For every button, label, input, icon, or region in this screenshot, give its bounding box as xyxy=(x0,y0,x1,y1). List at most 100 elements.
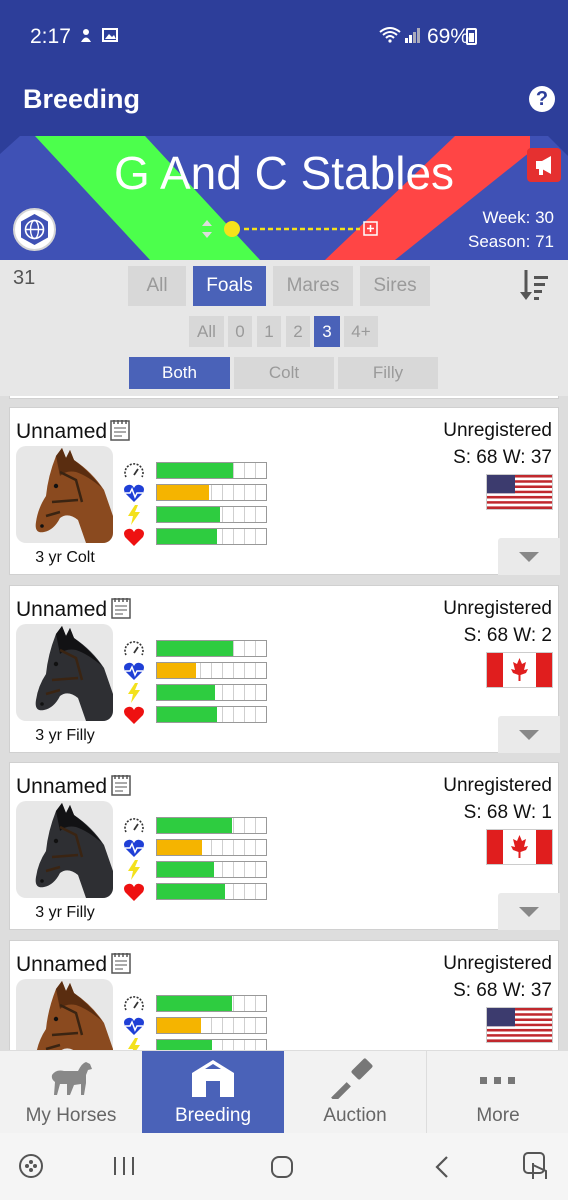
nav-label: Breeding xyxy=(174,1105,252,1126)
help-icon[interactable]: ? xyxy=(529,86,555,112)
battery-icon xyxy=(466,28,477,45)
nav-my-horses[interactable]: My Horses xyxy=(0,1051,142,1134)
lightning-icon xyxy=(128,505,140,525)
globe-icon[interactable] xyxy=(13,208,56,251)
speedometer-icon xyxy=(124,463,144,478)
horse-card[interactable]: Unnamed 3 yr Filly Unregistered S: 68 W: 1 xyxy=(9,762,560,930)
horse-avatar[interactable] xyxy=(16,624,113,721)
nav-auction[interactable]: Auction xyxy=(284,1051,426,1134)
lightning-icon xyxy=(128,860,140,880)
horse-name: Unnamed xyxy=(16,420,108,443)
lightning-icon xyxy=(128,1038,140,1050)
usa-flag-icon xyxy=(487,475,552,509)
heart-pulse-icon xyxy=(124,484,144,502)
horse-name: Unnamed xyxy=(16,953,108,976)
recents-icon[interactable] xyxy=(112,1155,136,1177)
registration-status: Unregistered xyxy=(443,953,552,974)
registration-status: Unregistered xyxy=(443,598,552,619)
stat-bar xyxy=(156,1017,267,1034)
usa-flag-icon xyxy=(487,1008,552,1042)
nav-breeding[interactable]: Breeding xyxy=(142,1051,284,1134)
week-label: Week: 30 xyxy=(482,208,554,227)
back-icon[interactable] xyxy=(432,1155,452,1179)
game-launcher-icon[interactable] xyxy=(18,1153,44,1179)
horse-name: Unnamed xyxy=(16,598,108,621)
horse-count: 31 xyxy=(13,267,36,289)
canada-flag-icon xyxy=(487,653,552,687)
barn-icon xyxy=(192,1060,234,1097)
expand-chevron-icon[interactable] xyxy=(498,716,560,753)
season-label: Season: 71 xyxy=(467,232,554,251)
notes-icon[interactable] xyxy=(111,774,131,796)
horse-card[interactable]: Unnamed 3 yr Colt Unregistered S: 68 W: 37 xyxy=(9,407,560,575)
horse-age-gender: 3 yr Colt xyxy=(35,549,95,566)
horse-list[interactable]: Unnamed 3 yr Colt Unregistered S: 68 W: 37 U… xyxy=(0,396,568,1050)
stat-bar xyxy=(156,640,267,657)
age-all[interactable]: All xyxy=(189,316,224,347)
battery-percent: 69% xyxy=(427,25,470,48)
age-3[interactable]: 3 xyxy=(314,316,340,347)
speedometer-icon xyxy=(124,641,144,656)
stat-bar xyxy=(156,883,267,900)
notes-icon[interactable] xyxy=(111,952,131,974)
stat-bar xyxy=(156,684,267,701)
signal-icon xyxy=(405,28,420,43)
wifi-icon xyxy=(379,27,401,43)
gallery-icon xyxy=(102,28,118,42)
assistant-icon[interactable] xyxy=(522,1151,550,1181)
stat-bar xyxy=(156,506,267,523)
megaphone-icon[interactable] xyxy=(527,148,561,182)
system-navigation xyxy=(0,1133,568,1200)
stat-bar xyxy=(156,861,267,878)
horse-icon xyxy=(51,1062,92,1095)
country-flag xyxy=(486,829,553,865)
status-bar: 2:17 69% xyxy=(0,0,568,70)
notes-icon[interactable] xyxy=(110,419,130,441)
app-bar: Breeding ? xyxy=(0,70,568,136)
stable-name: G And C Stables xyxy=(113,147,455,199)
horse-name: Unnamed xyxy=(16,775,108,798)
nav-label: More xyxy=(476,1105,520,1126)
age-0[interactable]: 0 xyxy=(228,316,252,347)
tab-mares[interactable]: Mares xyxy=(273,266,353,306)
tab-all[interactable]: All xyxy=(128,266,186,306)
home-icon[interactable] xyxy=(270,1155,294,1179)
stat-bar xyxy=(156,706,267,723)
stats-sw: S: 68 W: 37 xyxy=(453,447,552,468)
stable-banner: G And C Stables Week: 30 Season: 71 xyxy=(0,136,568,260)
horse-card[interactable]: Unnamed 3 yr Filly Unregistered S: 68 W: 2 xyxy=(9,585,560,753)
horse-avatar[interactable] xyxy=(16,801,113,898)
previous-card-edge xyxy=(9,396,559,399)
gender-colt[interactable]: Colt xyxy=(234,357,334,389)
stats-sw: S: 68 W: 37 xyxy=(453,980,552,1001)
expand-chevron-icon[interactable] xyxy=(498,893,560,930)
expand-chevron-icon[interactable] xyxy=(498,538,560,575)
heart-icon xyxy=(124,706,144,724)
horse-card[interactable]: Unnamed Unregistered S: 68 W: 37 xyxy=(9,940,559,1050)
stats-sw: S: 68 W: 2 xyxy=(463,625,552,646)
age-4-plus[interactable]: 4+ xyxy=(344,316,378,347)
tab-sires[interactable]: Sires xyxy=(360,266,430,306)
country-flag xyxy=(486,474,553,510)
heart-pulse-icon xyxy=(124,1017,144,1035)
nav-more[interactable]: More xyxy=(426,1051,568,1134)
speedometer-icon xyxy=(124,818,144,833)
more-dots-icon xyxy=(480,1077,515,1084)
tab-foals[interactable]: Foals xyxy=(193,266,266,306)
age-2[interactable]: 2 xyxy=(286,316,310,347)
notes-icon[interactable] xyxy=(111,597,131,619)
registration-status: Unregistered xyxy=(443,775,552,796)
horse-avatar[interactable] xyxy=(16,446,113,543)
registration-status: Unregistered xyxy=(443,420,552,441)
stat-bar xyxy=(156,662,267,679)
age-1[interactable]: 1 xyxy=(257,316,281,347)
season-progress[interactable] xyxy=(198,218,383,240)
horse-avatar[interactable] xyxy=(16,979,113,1050)
gender-filly[interactable]: Filly xyxy=(338,357,438,389)
stat-bar xyxy=(156,817,267,834)
stat-bar xyxy=(156,462,267,479)
sort-icon[interactable] xyxy=(520,268,550,302)
speedometer-icon xyxy=(124,996,144,1011)
stat-bar xyxy=(156,528,267,545)
gender-both[interactable]: Both xyxy=(129,357,230,389)
